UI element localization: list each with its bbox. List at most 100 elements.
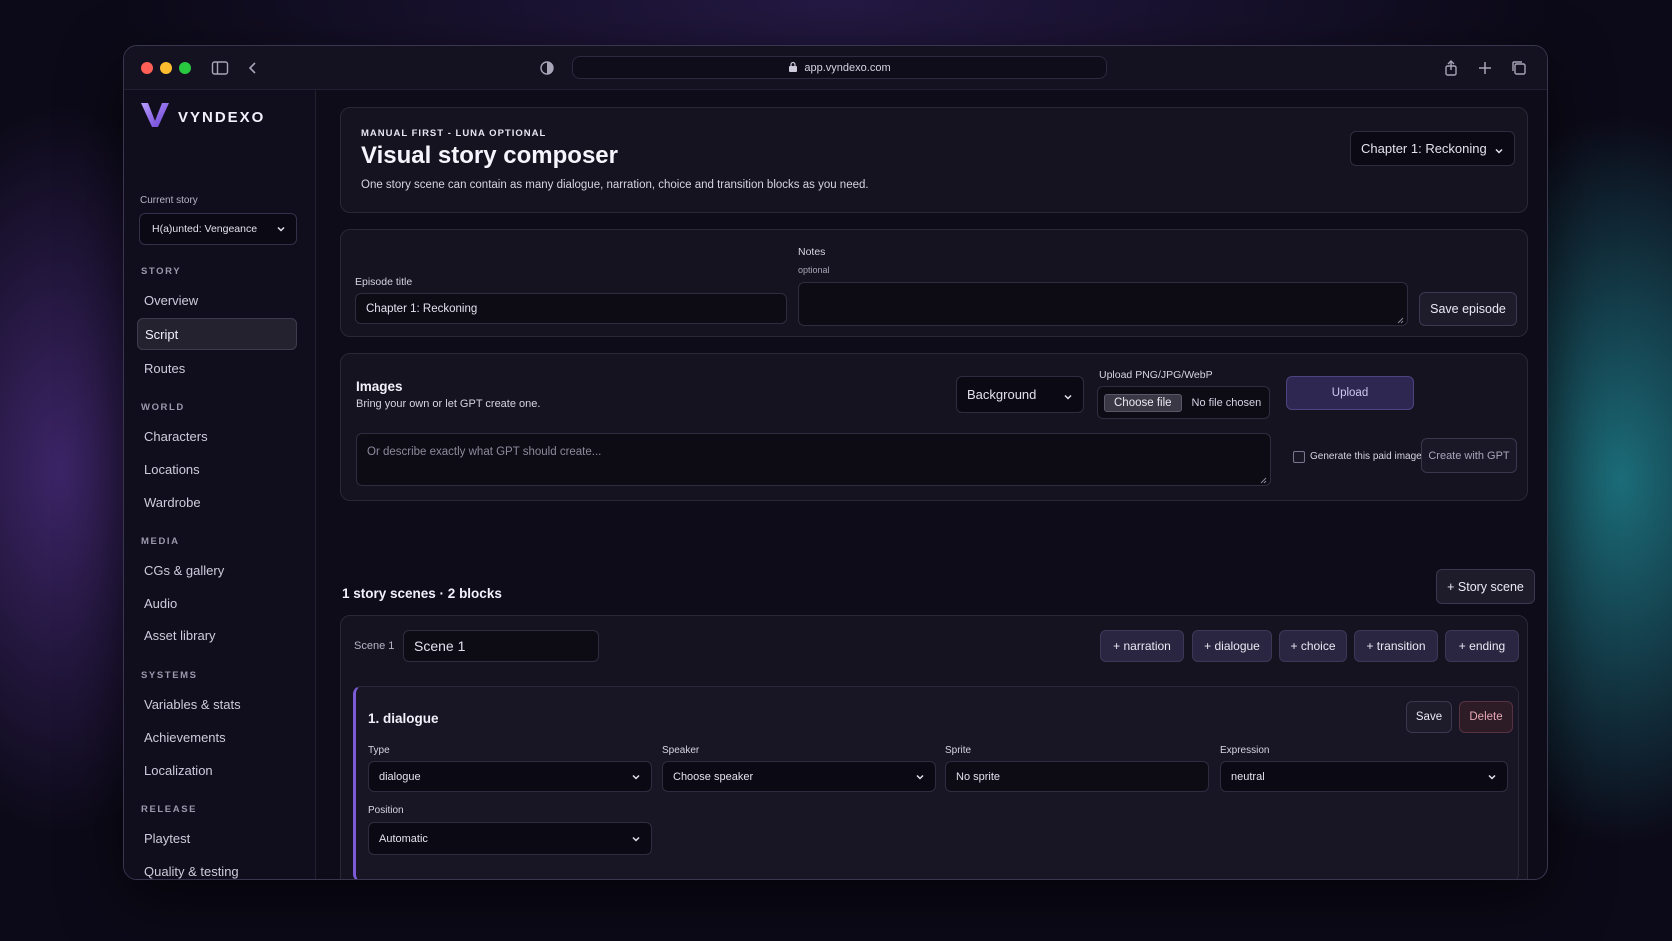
sidebar-item-characters[interactable]: Characters [137,420,297,452]
add-transition-button[interactable]: + transition [1354,630,1438,662]
composer-header-card: MANUAL FIRST - LUNA OPTIONAL Visual stor… [340,107,1528,213]
images-subtitle: Bring your own or let GPT create one. [356,398,541,410]
position-select[interactable]: Automatic [368,822,652,855]
chevron-down-icon [276,224,286,234]
main-content: MANUAL FIRST - LUNA OPTIONAL Visual stor… [316,90,1547,879]
add-narration-button[interactable]: + narration [1100,630,1184,662]
sidebar: VYNDEXO Current story H(a)unted: Vengean… [124,90,316,879]
gpt-prompt-textarea[interactable]: Or describe exactly what GPT should crea… [356,433,1271,486]
browser-titlebar: app.vyndexo.com [124,46,1547,90]
episode-title-input[interactable]: Chapter 1: Reckoning [355,293,787,324]
add-dialogue-button[interactable]: + dialogue [1192,630,1272,662]
share-icon[interactable] [1441,58,1461,78]
create-with-gpt-button[interactable]: Create with GPT [1421,438,1517,473]
current-story-select[interactable]: H(a)unted: Vengeance [139,213,297,245]
type-value: dialogue [379,770,421,783]
sidebar-item-playtest[interactable]: Playtest [137,822,297,854]
chapter-select-value: Chapter 1: Reckoning [1361,141,1487,156]
episode-card: Episode title Chapter 1: Reckoning Notes… [340,229,1528,337]
scene-name-input[interactable]: Scene 1 [403,630,599,662]
browser-window: app.vyndexo.com VYNDEXO Current story H(… [123,45,1548,880]
expression-select[interactable]: neutral [1220,761,1508,792]
page-title: Visual story composer [361,142,618,169]
type-label: Type [368,745,390,756]
scene-card: Scene 1 Scene 1 + narration + dialogue +… [340,615,1528,879]
tab-overview-icon[interactable] [1509,58,1529,78]
position-value: Automatic [379,832,428,845]
scene-name-value: Scene 1 [414,638,466,654]
minimize-window-button[interactable] [160,62,172,74]
image-type-value: Background [967,387,1037,402]
sidebar-item-audio[interactable]: Audio [137,587,297,619]
expression-label: Expression [1220,745,1270,756]
speaker-select[interactable]: Choose speaker [662,761,936,792]
speaker-label: Speaker [662,745,700,756]
image-type-select[interactable]: Background [956,376,1084,413]
chapter-select[interactable]: Chapter 1: Reckoning [1350,131,1515,166]
sidebar-item-locations[interactable]: Locations [137,453,297,485]
upload-button[interactable]: Upload [1286,376,1414,410]
sidebar-item-asset-library[interactable]: Asset library [137,619,297,651]
section-story: STORY [141,266,182,277]
header-eyebrow: MANUAL FIRST - LUNA OPTIONAL [361,128,547,139]
save-episode-button[interactable]: Save episode [1419,292,1517,326]
sidebar-item-cgs-gallery[interactable]: CGs & gallery [137,554,297,586]
sidebar-item-achievements[interactable]: Achievements [137,721,297,753]
upload-format-label: Upload PNG/JPG/WebP [1099,369,1213,381]
speaker-value: Choose speaker [673,770,754,783]
sidebar-item-script[interactable]: Script [137,318,297,350]
sidebar-item-quality-testing[interactable]: Quality & testing [137,855,297,879]
brand-name: VYNDEXO [178,109,266,126]
maximize-window-button[interactable] [179,62,191,74]
sidebar-toggle-icon[interactable] [210,58,230,78]
sidebar-item-localization[interactable]: Localization [137,754,297,786]
brand-logo[interactable]: VYNDEXO [140,101,265,134]
sprite-input[interactable]: No sprite [945,761,1209,792]
page-subtitle: One story scene can contain as many dial… [361,179,869,191]
sidebar-item-overview[interactable]: Overview [137,284,297,316]
resize-handle-icon[interactable] [1397,315,1404,324]
images-card: Images Bring your own or let GPT create … [340,353,1528,501]
sprite-label: Sprite [945,745,972,756]
resize-handle-icon[interactable] [1260,475,1267,484]
paid-image-checkbox-label: Generate this paid image [1310,451,1422,462]
save-block-button[interactable]: Save [1406,701,1452,733]
chevron-down-icon [915,772,925,782]
add-choice-button[interactable]: + choice [1279,630,1347,662]
add-ending-button[interactable]: + ending [1445,630,1519,662]
new-tab-icon[interactable] [1475,58,1495,78]
sidebar-item-routes[interactable]: Routes [137,352,297,384]
chevron-down-icon [1494,144,1504,154]
sidebar-item-wardrobe[interactable]: Wardrobe [137,486,297,518]
current-story-value: H(a)unted: Vengeance [152,223,258,235]
scenes-summary: 1 story scenes · 2 blocks [342,586,502,601]
back-arrow-icon[interactable] [243,58,263,78]
gpt-prompt-placeholder: Or describe exactly what GPT should crea… [367,446,602,458]
choose-file-button[interactable]: Choose file [1104,393,1182,412]
type-select[interactable]: dialogue [368,761,652,792]
expression-value: neutral [1231,770,1265,783]
block-title: 1. dialogue [368,711,439,726]
position-label: Position [368,805,404,816]
add-story-scene-button[interactable]: + Story scene [1436,569,1535,604]
lock-icon [788,61,798,75]
sprite-value: No sprite [956,770,1001,783]
file-input[interactable]: Choose file No file chosen [1097,386,1270,419]
current-story-label: Current story [140,195,198,206]
section-release: RELEASE [141,804,198,815]
notes-textarea[interactable] [798,282,1408,326]
close-window-button[interactable] [141,62,153,74]
url-text: app.vyndexo.com [804,61,891,74]
episode-title-value: Chapter 1: Reckoning [366,302,478,315]
section-world: WORLD [141,402,185,413]
chevron-down-icon [1487,772,1497,782]
delete-block-button[interactable]: Delete [1459,701,1513,733]
sidebar-item-variables-stats[interactable]: Variables & stats [137,688,297,720]
address-bar[interactable]: app.vyndexo.com [572,56,1107,79]
chevron-down-icon [631,772,641,782]
privacy-shield-icon[interactable] [537,58,557,78]
notes-optional-hint: optional [798,265,830,275]
paid-image-checkbox[interactable] [1293,451,1305,463]
vyndexo-logo-icon [140,101,170,134]
no-file-chosen-text: No file chosen [1191,396,1262,409]
